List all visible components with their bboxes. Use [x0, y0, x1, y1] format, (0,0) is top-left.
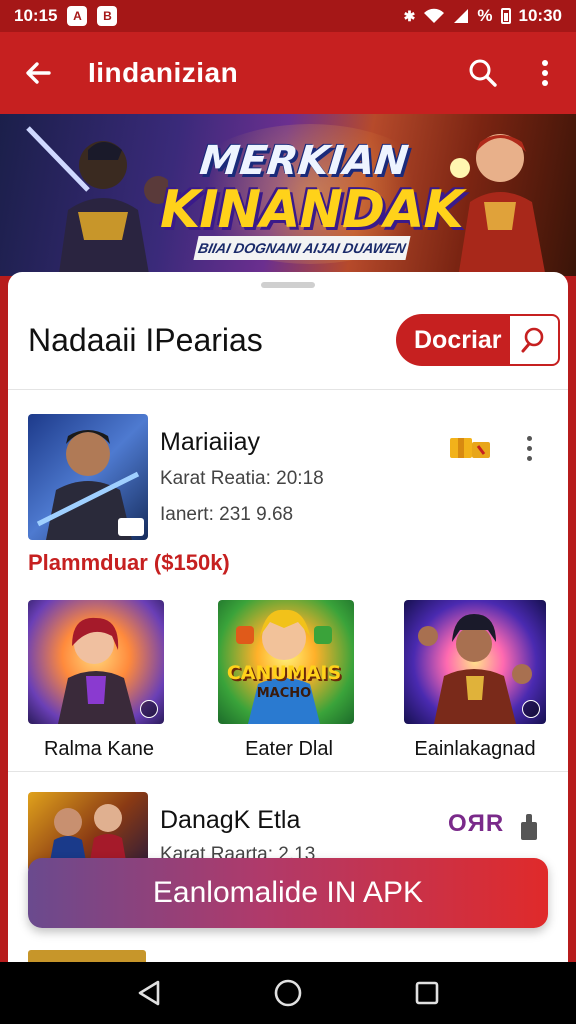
tile-image: CANUMAIS MACHO	[218, 600, 354, 724]
tile-art-subtitle: MACHO	[256, 686, 312, 701]
promo-price-text: Plammduar ($150k)	[28, 550, 230, 575]
notification-app-letter: A	[73, 9, 82, 23]
search-button[interactable]	[452, 32, 514, 114]
tile-label: Eainlakagnad	[414, 738, 536, 760]
wifi-icon	[424, 8, 445, 23]
app-title: Iindanizian	[88, 57, 239, 88]
more-vert-icon-dot	[526, 455, 532, 461]
section-title: Nadaaii IPearias	[28, 322, 263, 358]
notification-app-icon: B	[97, 6, 118, 26]
next-item-thumbnail-peek	[28, 950, 146, 962]
nav-back-button[interactable]	[119, 962, 179, 1024]
item-status-text: OЯR	[448, 810, 505, 837]
back-button[interactable]	[0, 32, 76, 114]
banner-title-line1: MERKIAN	[197, 138, 411, 184]
tile-image	[404, 600, 546, 724]
item-menu-button[interactable]	[514, 428, 544, 468]
tile-label: Eater Dlal	[245, 738, 333, 760]
tile-art-title: CANUMAIS	[226, 662, 342, 684]
bluetooth-icon: ✱	[403, 7, 416, 24]
drag-handle[interactable]	[261, 282, 315, 288]
download-apk-button[interactable]: Eanlomalide IN APK	[28, 858, 548, 928]
tile-image	[28, 600, 164, 724]
search-icon	[469, 59, 497, 87]
system-nav-bar	[0, 962, 576, 1024]
nav-recents-button[interactable]	[397, 962, 457, 1024]
more-vert-icon	[542, 60, 548, 86]
status-time-right: 10:30	[518, 6, 562, 25]
featured-grid: Ralma Kane CANUMAIS MACHO Eater Dlal Eai…	[8, 600, 568, 772]
signal-icon	[454, 9, 469, 23]
grid-tile[interactable]: CANUMAIS MACHO Eater Dlal	[218, 600, 360, 761]
tile-corner-badge	[140, 700, 158, 718]
back-triangle-icon	[139, 980, 160, 1006]
grid-tile[interactable]: Eainlakagnad	[404, 600, 546, 761]
header-search-button[interactable]	[508, 314, 560, 366]
list-item[interactable]: Mariaiiay Karat Reatia: 20:18 Ianert: 23…	[8, 412, 568, 542]
nav-home-button[interactable]	[258, 962, 318, 1024]
search-icon	[521, 327, 544, 353]
status-bar: 10:15 A B ✱ % 10:30	[0, 0, 576, 32]
tile-label: Ralma Kane	[43, 738, 155, 760]
item-thumbnail	[28, 414, 148, 540]
back-arrow-icon	[26, 62, 51, 84]
notification-app-icon: A	[67, 6, 88, 26]
home-circle-icon	[274, 979, 302, 1007]
character-portrait-image	[36, 430, 144, 540]
section-header: Nadaaii IPearias Docriar	[8, 312, 568, 390]
item-meta-line: Ianert: 231 9.68	[160, 504, 294, 525]
app-bar: Iindanizian	[0, 32, 576, 114]
battery-percent: %	[477, 6, 493, 25]
more-vert-icon-dot	[526, 445, 532, 451]
banner-title-line2: KINANDAK	[160, 180, 464, 240]
banner-subtitle: BIIAI DOGNANI AIJAI DUAWEN	[193, 236, 411, 260]
battery-icon	[500, 8, 511, 24]
notification-app-letter: B	[103, 9, 112, 23]
grid-tile[interactable]: Ralma Kane	[28, 600, 170, 761]
status-time: 10:15	[14, 6, 58, 25]
more-vert-icon-dot	[526, 435, 532, 441]
recents-square-icon	[415, 981, 438, 1005]
banner-hero-left-image	[26, 126, 168, 276]
lock-icon	[521, 814, 537, 840]
gift-badge-icon	[450, 438, 490, 458]
promo-banner[interactable]: MERKIAN KINANDAK BIIAI DOGNANI AIJAI DUA…	[0, 114, 576, 276]
item-title: Mariaiiay	[160, 428, 261, 456]
item-meta-line: Karat Reatia: 20:18	[160, 468, 324, 489]
more-options-button[interactable]	[514, 32, 576, 114]
item-title: DanagK Etla	[160, 806, 301, 834]
tile-corner-badge	[522, 700, 540, 718]
